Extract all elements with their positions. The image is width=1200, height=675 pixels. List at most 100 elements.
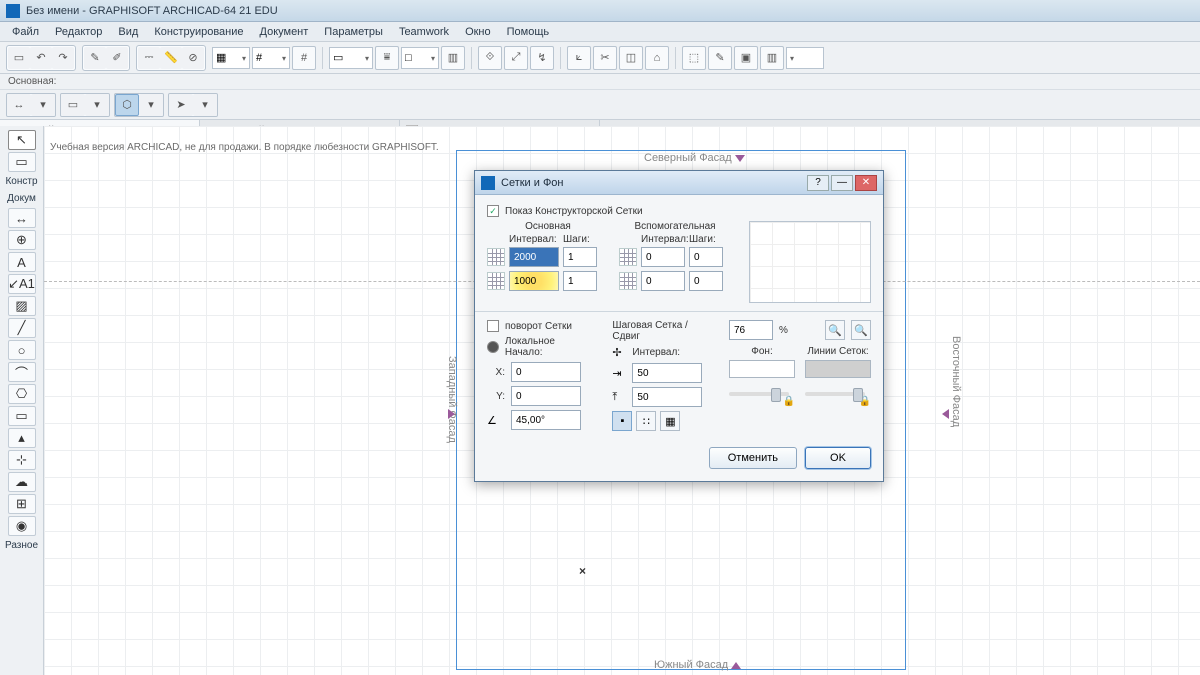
menu-design[interactable]: Конструирование — [146, 24, 251, 40]
snap-x-input[interactable] — [632, 363, 702, 383]
snap-mode2-icon[interactable]: ∷ — [636, 411, 656, 431]
main-interval-x-input[interactable] — [509, 247, 559, 267]
door-icon[interactable]: ⩸ — [375, 46, 399, 70]
main-steps-x-input[interactable] — [563, 247, 597, 267]
new-icon[interactable]: ▭ — [8, 47, 30, 69]
bg-slider[interactable] — [729, 392, 789, 396]
tb-box-combo[interactable]: □ — [401, 47, 439, 69]
dimension-tool-icon[interactable]: ↔ — [8, 208, 36, 228]
gridlines-color-swatch[interactable] — [805, 360, 871, 378]
aux-steps-x-input[interactable] — [689, 247, 723, 267]
stack3d-icon[interactable]: ▥ — [760, 46, 784, 70]
arrow-tool-icon[interactable]: ↖ — [8, 130, 36, 150]
home3d-icon[interactable]: ⌂ — [645, 46, 669, 70]
edit3d-icon[interactable]: ✎ — [708, 46, 732, 70]
line-tool-icon[interactable]: ╱ — [8, 318, 36, 338]
menu-document[interactable]: Документ — [252, 24, 317, 40]
syringe-icon[interactable]: ✐ — [106, 47, 128, 69]
mode1-icon[interactable]: ↔ — [7, 94, 31, 116]
marquee-tool-icon[interactable]: ▭ — [8, 152, 36, 172]
arrow-mode-icon[interactable]: ➤ — [169, 94, 193, 116]
geom-rect-icon[interactable]: ▭ — [61, 94, 85, 116]
eyedrop-icon[interactable]: ✎ — [84, 47, 106, 69]
link-icon[interactable]: ↯ — [530, 46, 554, 70]
percent-input[interactable] — [729, 320, 773, 340]
dialog-help-icon[interactable]: ? — [807, 175, 829, 191]
snap-mode3-icon[interactable]: ▦ — [660, 411, 680, 431]
gridlines-slider[interactable] — [805, 392, 865, 396]
toolbox-raznoe-label: Разное — [5, 540, 38, 551]
paint3d-icon[interactable]: ▣ — [734, 46, 758, 70]
change-tool-icon[interactable]: ☁ — [8, 472, 36, 492]
snap-interval-icon: ✢ — [612, 346, 626, 359]
tb2-group-poly: ⬡ ▾ — [114, 93, 164, 117]
ok-button[interactable]: OK — [805, 447, 871, 469]
poly-icon[interactable]: ⬡ — [115, 94, 139, 116]
toolbar-sub-label: Основная: — [0, 74, 1200, 90]
magnet-icon[interactable]: ⎓ — [138, 47, 160, 69]
drawing-tool-icon[interactable]: ▭ — [8, 406, 36, 426]
show-grid-checkbox[interactable]: ✓ — [487, 205, 499, 217]
arc-tool-icon[interactable]: ⌒ — [8, 362, 36, 382]
gridlines-label: Линии Сеток: — [805, 346, 871, 357]
measure-icon[interactable]: ⟐ — [478, 46, 502, 70]
main-steps-y-input[interactable] — [563, 271, 597, 291]
poly2-icon[interactable]: ▾ — [139, 94, 163, 116]
ruler-icon[interactable]: 📏 — [160, 47, 182, 69]
fill-tool-icon[interactable]: ▨ — [8, 296, 36, 316]
menu-edit[interactable]: Редактор — [47, 24, 110, 40]
dialog-title: Сетки и Фон — [501, 177, 807, 189]
zoom-out-icon[interactable]: 🔍 — [825, 320, 845, 340]
geom-rect2-icon[interactable]: ▾ — [85, 94, 109, 116]
dialog-min-icon[interactable]: — — [831, 175, 853, 191]
view3d-icon[interactable]: ◫ — [619, 46, 643, 70]
zoom-icon[interactable]: ⤢ — [504, 46, 528, 70]
menu-help[interactable]: Помощь — [499, 24, 558, 40]
select3d-icon[interactable]: ⬚ — [682, 46, 706, 70]
origin-y-input[interactable] — [511, 386, 581, 406]
level-tool-icon[interactable]: ⊕ — [8, 230, 36, 250]
toolbox-konstr-label: Констр — [5, 176, 37, 187]
redo-icon[interactable]: ↷ — [52, 47, 74, 69]
aux-interval-x-input[interactable] — [641, 247, 685, 267]
aux-steps-y-input[interactable] — [689, 271, 723, 291]
snap-mode1-icon[interactable]: ▪ — [612, 411, 632, 431]
circle-tool-icon[interactable]: ○ — [8, 340, 36, 360]
text-tool-icon[interactable]: A — [8, 252, 36, 272]
suspend-icon[interactable]: ⊘ — [182, 47, 204, 69]
label-tool-icon[interactable]: ↙A1 — [8, 274, 36, 294]
aux-interval-y-input[interactable] — [641, 271, 685, 291]
detail-tool-icon[interactable]: ⊹ — [8, 450, 36, 470]
grid-tool-icon[interactable]: ⊞ — [8, 494, 36, 514]
menu-teamwork[interactable]: Teamwork — [391, 24, 457, 40]
bg-color-swatch[interactable] — [729, 360, 795, 378]
arrow-mode2-icon[interactable]: ▾ — [193, 94, 217, 116]
zoom-in-icon[interactable]: 🔍 — [851, 320, 871, 340]
cancel-button[interactable]: Отменить — [709, 447, 797, 469]
mode1b-icon[interactable]: ▾ — [31, 94, 55, 116]
menu-window[interactable]: Окно — [457, 24, 499, 40]
section-tool-icon[interactable]: ▴ — [8, 428, 36, 448]
rotate-grid-checkbox[interactable] — [487, 320, 499, 332]
worksheet-tool-icon[interactable]: ◉ — [8, 516, 36, 536]
snap-y-input[interactable] — [632, 387, 702, 407]
menu-file[interactable]: Файл — [4, 24, 47, 40]
section-icon[interactable]: ✂ — [593, 46, 617, 70]
dialog-close-icon[interactable]: ✕ — [855, 175, 877, 191]
dialog-titlebar[interactable]: Сетки и Фон ? — ✕ — [475, 171, 883, 195]
undo-icon[interactable]: ↶ — [30, 47, 52, 69]
layer-icon[interactable]: ▥ — [441, 46, 465, 70]
grid-toggle-icon[interactable]: # — [292, 46, 316, 70]
toolbox: ↖ ▭ Констр Докум ↔ ⊕ A ↙A1 ▨ ╱ ○ ⌒ ⎔ ▭ ▴… — [0, 126, 44, 675]
tb-trace-combo[interactable]: ▭ — [329, 47, 373, 69]
polyline-tool-icon[interactable]: ⎔ — [8, 384, 36, 404]
origin-x-input[interactable] — [511, 362, 581, 382]
tb-last-combo[interactable] — [786, 47, 824, 69]
tb-grid-combo[interactable]: ▦ — [212, 47, 250, 69]
menu-view[interactable]: Вид — [110, 24, 146, 40]
angle-input[interactable] — [511, 410, 581, 430]
main-interval-y-input[interactable] — [509, 271, 559, 291]
cut3d-icon[interactable]: ⟀ — [567, 46, 591, 70]
menu-options[interactable]: Параметры — [316, 24, 391, 40]
tb-snap-combo[interactable]: # — [252, 47, 290, 69]
